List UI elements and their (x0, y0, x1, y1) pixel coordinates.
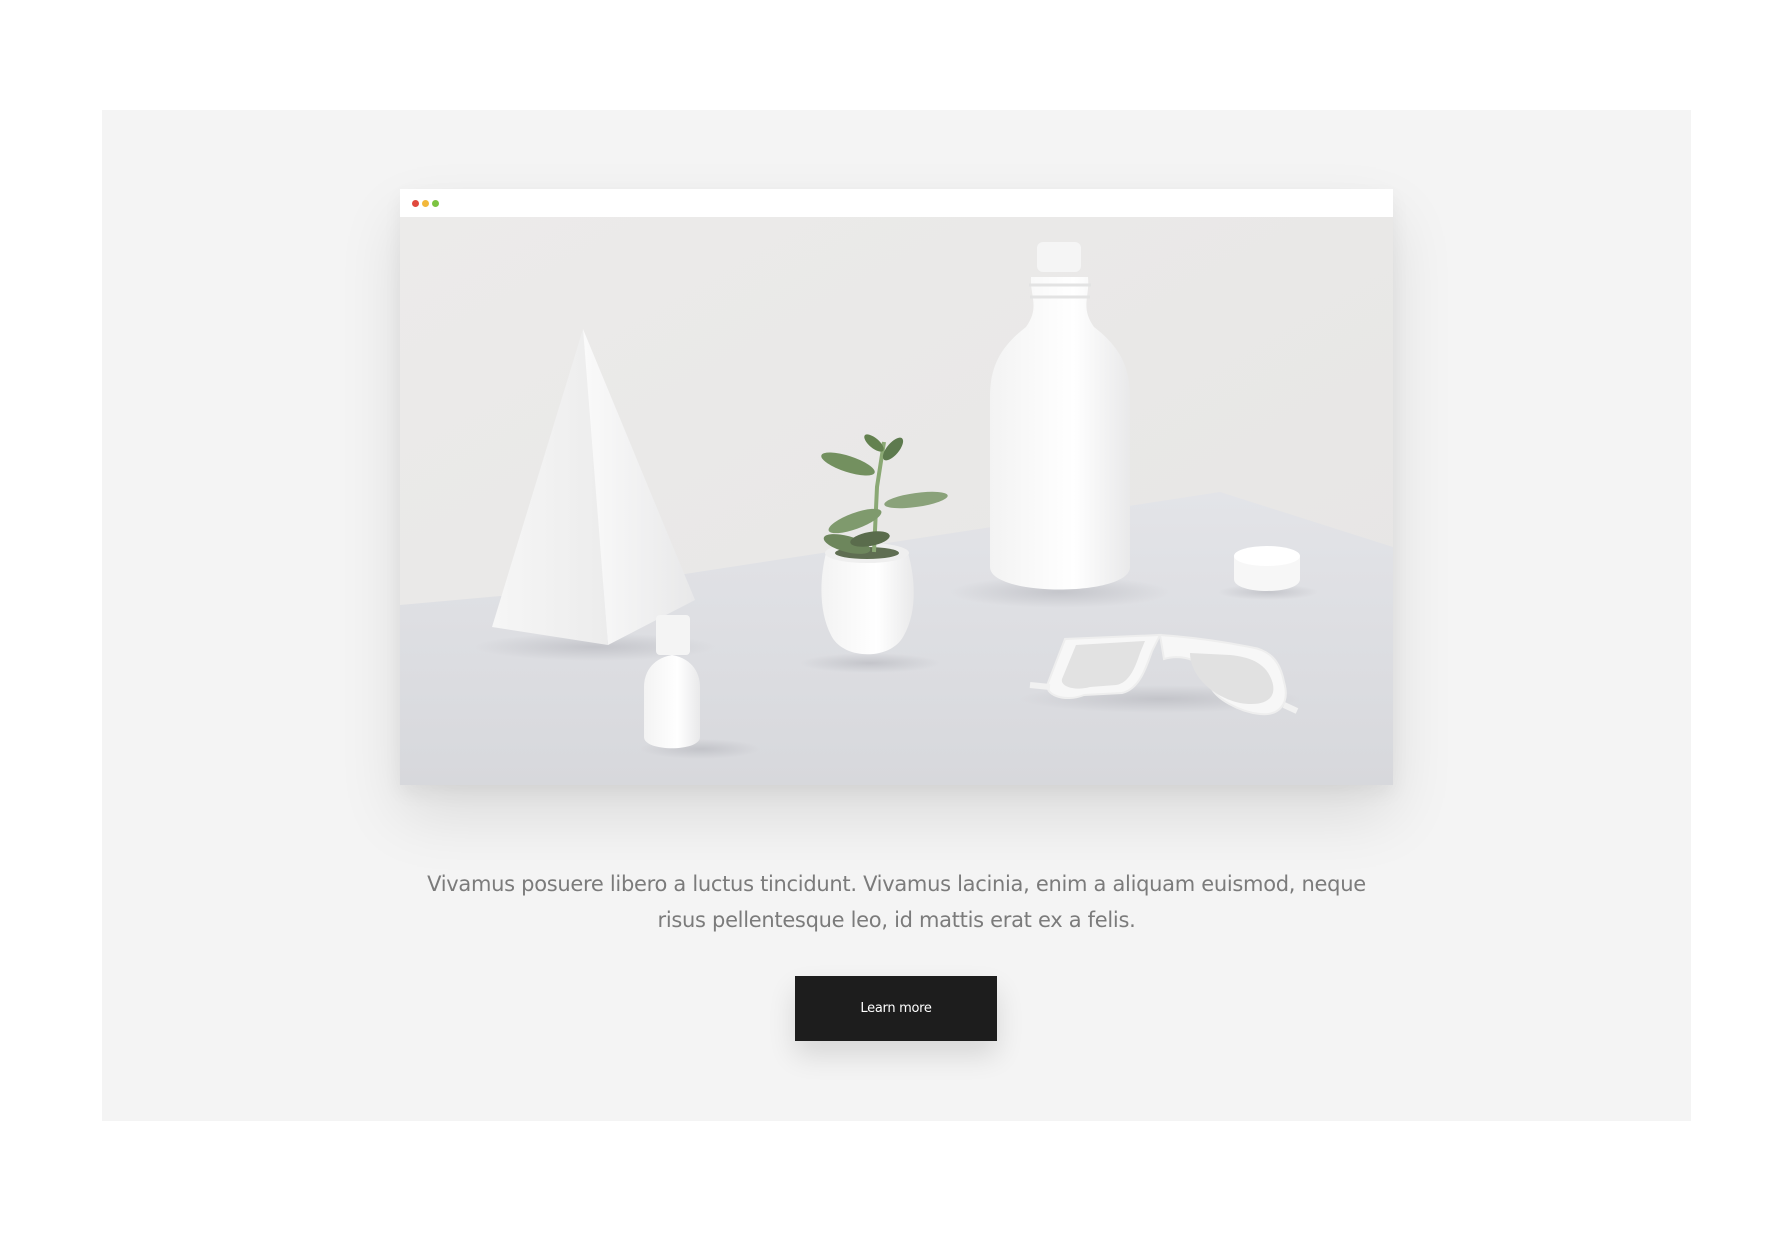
browser-top-bar (400, 189, 1393, 217)
close-dot-icon (412, 200, 419, 207)
feature-description: Vivamus posuere libero a luctus tincidun… (427, 872, 1366, 932)
minimize-dot-icon (422, 200, 429, 207)
feature-section: Vivamus posuere libero a luctus tincidun… (102, 110, 1691, 1121)
maximize-dot-icon (432, 200, 439, 207)
browser-mockup (400, 189, 1393, 785)
product-photo (400, 217, 1393, 785)
learn-more-button[interactable]: Learn more (795, 976, 997, 1041)
